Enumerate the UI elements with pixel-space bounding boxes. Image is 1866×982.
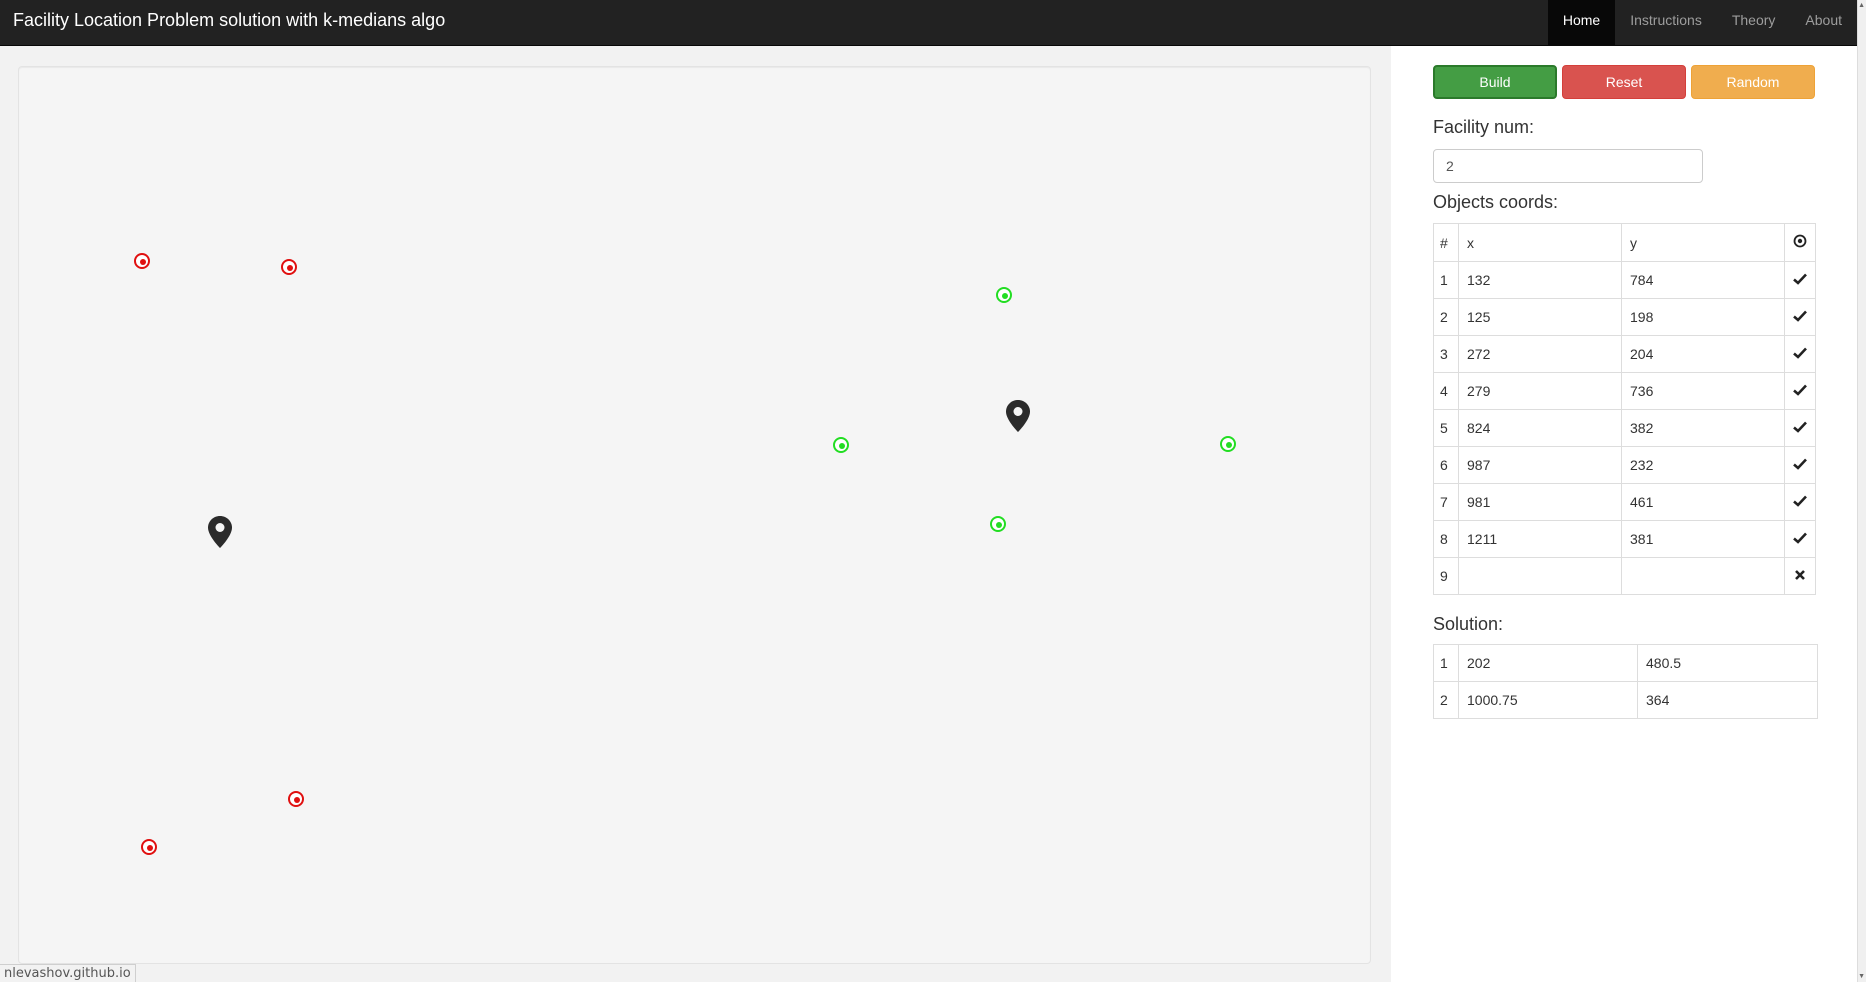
solution-x-cell: 1000.75: [1458, 681, 1638, 719]
nav-menu: Home Instructions Theory About: [1547, 0, 1857, 46]
row-number: 1: [1433, 644, 1459, 682]
x-coord-cell[interactable]: 981: [1458, 483, 1622, 521]
table-row: 1 132 784: [1433, 261, 1816, 299]
y-coord-cell[interactable]: 198: [1621, 298, 1785, 336]
table-row: 5 824 382: [1433, 409, 1816, 447]
row-number: 9: [1433, 557, 1459, 595]
table-row: 7 981 461: [1433, 483, 1816, 521]
x-coord-cell[interactable]: 824: [1458, 409, 1622, 447]
table-row: 2 125 198: [1433, 298, 1816, 336]
x-coord-cell[interactable]: 272: [1458, 335, 1622, 373]
y-coord-cell[interactable]: 232: [1621, 446, 1785, 484]
object-point-2[interactable]: [281, 259, 297, 275]
check-icon[interactable]: [1784, 520, 1816, 558]
action-buttons: Build Reset Random: [1433, 65, 1815, 99]
target-icon: [1784, 223, 1816, 262]
solution-table: 1 202 480.5 2 1000.75 364: [1433, 644, 1818, 719]
object-point-5[interactable]: [996, 287, 1012, 303]
objects-coords-label: Objects coords:: [1433, 192, 1559, 212]
nav-theory[interactable]: Theory: [1717, 0, 1791, 46]
check-icon[interactable]: [1784, 409, 1816, 447]
table-row: 9: [1433, 557, 1816, 595]
control-panel: Build Reset Random Facility num: 2 Objec…: [1391, 46, 1857, 982]
app-title[interactable]: Facility Location Problem solution with …: [13, 0, 445, 40]
status-bar-url: nlevashov.github.io: [0, 964, 136, 982]
row-number: 7: [1433, 483, 1459, 521]
random-button[interactable]: Random: [1691, 65, 1815, 99]
object-point-4[interactable]: [141, 839, 157, 855]
check-icon[interactable]: [1784, 372, 1816, 410]
row-number: 4: [1433, 372, 1459, 410]
solution-label: Solution:: [1433, 614, 1504, 634]
x-coord-cell[interactable]: 987: [1458, 446, 1622, 484]
x-coord-cell[interactable]: [1458, 557, 1622, 595]
row-number: 8: [1433, 520, 1459, 558]
remove-icon[interactable]: [1784, 557, 1816, 595]
solution-y-cell: 364: [1637, 681, 1818, 719]
y-coord-cell[interactable]: 381: [1621, 520, 1785, 558]
main-area: nlevashov.github.io: [0, 46, 1391, 982]
y-coord-cell[interactable]: 461: [1621, 483, 1785, 521]
solution-y-cell: 480.5: [1637, 644, 1818, 682]
object-point-8[interactable]: [990, 516, 1006, 532]
table-row: 1 202 480.5: [1433, 644, 1818, 682]
table-row: 2 1000.75 364: [1433, 681, 1818, 719]
nav-home[interactable]: Home: [1547, 0, 1616, 46]
check-icon[interactable]: [1784, 446, 1816, 484]
facility-marker-icon[interactable]: [208, 516, 232, 548]
row-number: 3: [1433, 335, 1459, 373]
y-coord-cell[interactable]: 784: [1621, 261, 1785, 299]
table-row: 3 272 204: [1433, 335, 1816, 373]
check-icon[interactable]: [1784, 483, 1816, 521]
row-number: 2: [1433, 681, 1459, 719]
objects-table: # x y 1 132 784 2 125 198 3 272 204 4 279 736 5 824 38…: [1433, 223, 1816, 595]
check-icon[interactable]: [1784, 298, 1816, 336]
table-row: 8 1211 381: [1433, 520, 1816, 558]
nav-instructions[interactable]: Instructions: [1615, 0, 1717, 46]
facility-marker-icon[interactable]: [1006, 400, 1030, 432]
y-coord-cell[interactable]: [1621, 557, 1785, 595]
check-icon[interactable]: [1784, 335, 1816, 373]
row-number: 5: [1433, 409, 1459, 447]
y-coord-cell[interactable]: 736: [1621, 372, 1785, 410]
object-point-6[interactable]: [833, 437, 849, 453]
build-button[interactable]: Build: [1433, 65, 1557, 99]
facility-num-input[interactable]: 2: [1433, 149, 1703, 183]
page-scrollbar[interactable]: ▲ ▼: [1857, 0, 1866, 982]
map-canvas[interactable]: [18, 66, 1371, 964]
row-number: 2: [1433, 298, 1459, 336]
scroll-up-icon[interactable]: ▲: [1858, 2, 1865, 9]
y-coord-cell[interactable]: 382: [1621, 409, 1785, 447]
object-point-1[interactable]: [134, 253, 150, 269]
column-header-y: y: [1621, 223, 1785, 262]
object-point-3[interactable]: [288, 791, 304, 807]
x-coord-cell[interactable]: 1211: [1458, 520, 1622, 558]
table-row: 4 279 736: [1433, 372, 1816, 410]
scroll-down-icon[interactable]: ▼: [1858, 973, 1865, 980]
table-header-row: # x y: [1433, 223, 1816, 262]
x-coord-cell[interactable]: 125: [1458, 298, 1622, 336]
column-header-x: x: [1458, 223, 1622, 262]
row-number: 1: [1433, 261, 1459, 299]
facility-num-label: Facility num:: [1433, 117, 1535, 137]
navbar: Facility Location Problem solution with …: [0, 0, 1857, 46]
table-row: 6 987 232: [1433, 446, 1816, 484]
x-coord-cell[interactable]: 132: [1458, 261, 1622, 299]
x-coord-cell[interactable]: 279: [1458, 372, 1622, 410]
nav-about[interactable]: About: [1790, 0, 1857, 46]
object-point-7[interactable]: [1220, 436, 1236, 452]
row-number: 6: [1433, 446, 1459, 484]
solution-x-cell: 202: [1458, 644, 1638, 682]
y-coord-cell[interactable]: 204: [1621, 335, 1785, 373]
reset-button[interactable]: Reset: [1562, 65, 1686, 99]
column-header-num: #: [1433, 223, 1459, 262]
check-icon[interactable]: [1784, 261, 1816, 299]
